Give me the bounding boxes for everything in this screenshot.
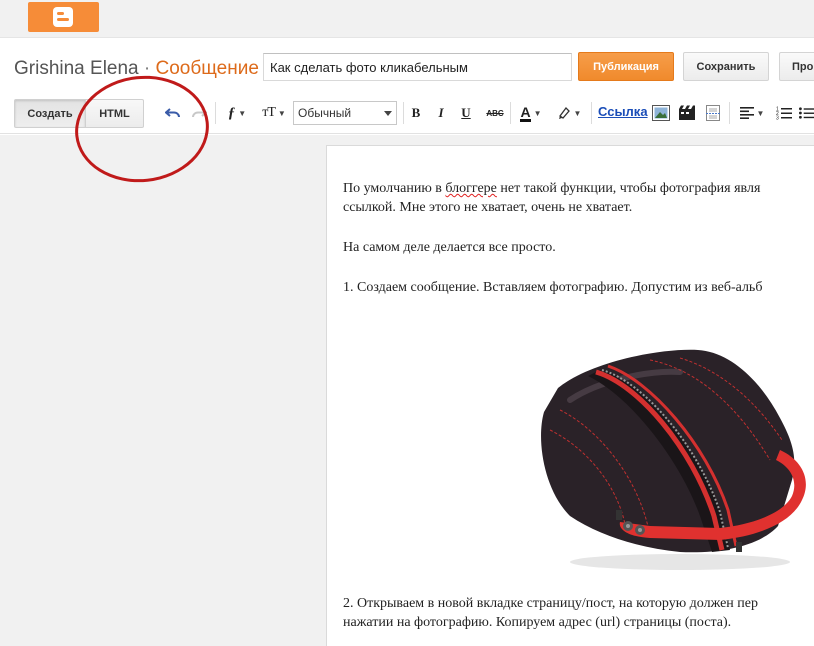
- insert-image-button[interactable]: [651, 102, 671, 124]
- font-size-button[interactable]: тT ▼: [258, 102, 290, 124]
- alignment-button[interactable]: ▼: [737, 102, 767, 124]
- publish-button[interactable]: Публикация: [578, 52, 674, 81]
- post-paragraph-4-line-2: нажатии на фотографию. Копируем адрес (u…: [343, 615, 732, 630]
- top-bar: [0, 0, 814, 38]
- chevron-down-icon: ▼: [756, 108, 765, 118]
- toolbar-divider: [591, 102, 592, 124]
- text-color-button[interactable]: A ▼: [516, 102, 546, 124]
- numbered-list-icon: 1 2 3: [776, 107, 792, 121]
- post-photo-bag[interactable]: [530, 340, 810, 580]
- toolbar-divider: [403, 102, 404, 124]
- chevron-down-icon: ▼: [238, 108, 247, 118]
- insert-link-button[interactable]: Ссылка: [598, 104, 648, 119]
- title-separator: ·: [143, 58, 151, 79]
- toolbar-divider: [729, 102, 730, 124]
- font-family-button[interactable]: ƒ ▼: [222, 102, 252, 124]
- bulleted-list-icon: [799, 107, 814, 119]
- italic-button[interactable]: I: [433, 102, 449, 124]
- compose-mode-tab[interactable]: Создать: [14, 99, 86, 128]
- misspelled-word[interactable]: блоггере: [445, 181, 497, 196]
- text-color-icon: A: [520, 103, 531, 122]
- post-paragraph-1-line-1: По умолчанию в блоггере нет такой функци…: [343, 178, 760, 199]
- numbered-list-button[interactable]: 1 2 3: [775, 102, 793, 124]
- highlighter-icon: [558, 107, 570, 119]
- undo-button[interactable]: [163, 102, 183, 124]
- blog-name[interactable]: Grishina Elena: [14, 58, 139, 79]
- format-selected-value: Обычный: [298, 106, 352, 120]
- post-paragraph-4-line-1: 2. Открываем в новой вкладке страницу/по…: [343, 596, 759, 611]
- underline-button[interactable]: U: [458, 102, 474, 124]
- highlight-color-button[interactable]: ▼: [554, 102, 584, 124]
- chevron-down-icon: ▼: [277, 108, 286, 118]
- bulleted-list-button[interactable]: [799, 102, 814, 124]
- bold-button[interactable]: B: [408, 102, 424, 124]
- undo-icon: [165, 108, 180, 118]
- post-paragraph-1-line-2: ссылкой. Мне этого не хватает, очень не …: [343, 200, 633, 215]
- image-icon: [652, 105, 670, 121]
- toolbar-divider: [215, 102, 216, 124]
- post-paragraph-3: 1. Создаем сообщение. Вставляем фотограф…: [343, 280, 763, 295]
- page-title: Grishina Elena · Сообщение: [14, 58, 259, 80]
- post-header: Grishina Elena · Сообщение Публикация Со…: [0, 38, 814, 94]
- font-family-icon: ƒ: [227, 104, 236, 121]
- editor-left-gutter: [0, 135, 326, 646]
- editor-top-margin: [326, 135, 814, 145]
- blogger-logo-icon: [53, 7, 73, 27]
- html-mode-tab[interactable]: HTML: [85, 99, 144, 128]
- blogger-logo[interactable]: [28, 2, 99, 32]
- chevron-down-icon: ▼: [573, 108, 582, 118]
- jump-break-icon: [706, 105, 720, 121]
- paragraph-format-select[interactable]: Обычный: [293, 101, 397, 125]
- text-run: нет такой функции, чтобы фотография явля: [496, 181, 761, 196]
- post-title-input[interactable]: [263, 53, 572, 81]
- align-left-icon: [739, 107, 754, 119]
- redo-icon: [192, 108, 207, 118]
- chevron-down-icon: [384, 111, 392, 116]
- toolbar-divider: [510, 102, 511, 124]
- save-button[interactable]: Сохранить: [683, 52, 769, 81]
- section-name: Сообщение: [155, 58, 259, 79]
- insert-video-button[interactable]: [677, 102, 697, 124]
- redo-button[interactable]: [189, 102, 209, 124]
- video-icon: [679, 105, 695, 120]
- preview-button[interactable]: Про: [779, 52, 814, 81]
- font-size-icon: тT: [262, 105, 276, 120]
- chevron-down-icon: ▼: [533, 108, 542, 118]
- strikethrough-button[interactable]: ABC: [483, 102, 507, 124]
- text-run: По умолчанию в: [343, 181, 446, 196]
- post-paragraph-2: На самом деле делается все просто.: [343, 240, 556, 255]
- svg-text:3: 3: [776, 116, 779, 121]
- insert-jump-break-button[interactable]: [703, 102, 723, 124]
